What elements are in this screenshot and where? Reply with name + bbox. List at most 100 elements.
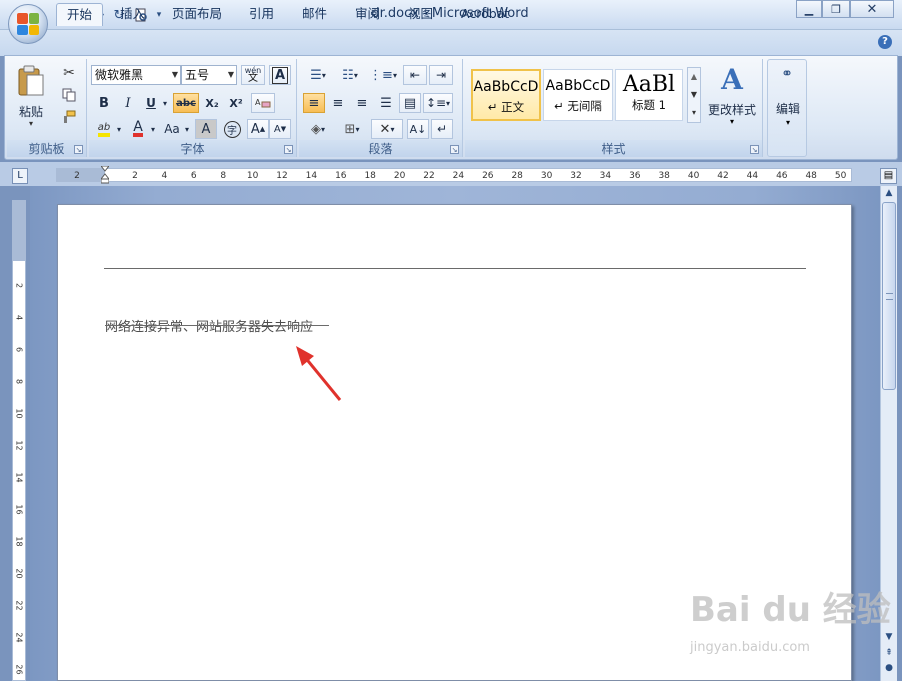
- phonetic-guide-button[interactable]: wén 文: [241, 65, 265, 85]
- close-button[interactable]: ✕: [850, 0, 894, 18]
- change-case-button[interactable]: Aa: [161, 119, 183, 139]
- chevron-down-icon[interactable]: ▼: [688, 86, 700, 104]
- paste-label: 粘贴: [18, 105, 43, 119]
- increase-indent-button[interactable]: ⇥: [429, 65, 453, 85]
- more-styles-icon[interactable]: ▾: [688, 104, 700, 122]
- highlighter-icon: ab: [97, 122, 111, 137]
- tab-home[interactable]: 开始: [56, 3, 104, 26]
- align-center-button[interactable]: ≡: [327, 93, 349, 113]
- decrease-indent-icon: ⇤: [409, 68, 421, 82]
- font-color-icon: A: [133, 119, 143, 137]
- office-button[interactable]: [8, 4, 48, 44]
- style-name: ↵ 正文: [487, 100, 525, 114]
- italic-button[interactable]: I: [117, 93, 139, 113]
- change-styles-label: 更改样式: [707, 103, 756, 117]
- bullets-button[interactable]: ☰ ▾: [303, 65, 333, 85]
- style-name: 标题 1: [632, 98, 666, 112]
- cut-button[interactable]: ✂: [59, 63, 79, 83]
- underline-button[interactable]: U: [141, 93, 161, 113]
- scroll-up-icon[interactable]: ▲: [881, 186, 897, 200]
- strikethrough-line: [105, 325, 329, 326]
- vertical-ruler-number: 4: [14, 314, 24, 321]
- ruler-number: 44: [746, 171, 759, 181]
- indent-marker[interactable]: [99, 165, 111, 184]
- scroll-down-icon[interactable]: ▼: [881, 630, 897, 644]
- align-left-button[interactable]: ≡: [303, 93, 325, 113]
- horizontal-ruler[interactable]: 2 2 4 6 8 10 12 14 16 18 20 22 24 26 28 30 32 34 36 38 40 42 4…: [56, 165, 852, 184]
- left-margin-region: [57, 169, 105, 181]
- font-color-button[interactable]: A: [127, 119, 149, 139]
- tab-references[interactable]: 引用: [239, 3, 284, 26]
- subscript-button[interactable]: X₂: [201, 93, 223, 113]
- format-painter-button[interactable]: [59, 107, 79, 127]
- vertical-ruler[interactable]: 2 4 6 8 10 12 14 16 18 20 22 24 26: [12, 200, 26, 681]
- editing-group[interactable]: ⚭ 编辑 ▾: [767, 59, 807, 157]
- char-border-icon: A: [271, 66, 289, 84]
- ruler-number: 40: [687, 171, 700, 181]
- vertical-ruler-number: 8: [14, 378, 24, 385]
- clipboard-launcher-icon[interactable]: ↘: [74, 145, 83, 154]
- enclose-char-button[interactable]: 字: [221, 119, 243, 139]
- font-size-combo[interactable]: 五号 ▼: [181, 65, 237, 85]
- phonetic-char-icon: 文: [248, 73, 258, 84]
- chinese-layout-button[interactable]: ✕ ▾: [371, 119, 403, 139]
- change-case-dropdown-icon[interactable]: ▾: [183, 119, 191, 139]
- browse-object-icon[interactable]: ●: [881, 661, 897, 675]
- multilevel-list-button[interactable]: ⋮≡ ▾: [367, 65, 399, 85]
- maximize-button[interactable]: ❐: [822, 0, 850, 18]
- sort-icon: A↓: [409, 122, 427, 136]
- scroll-thumb[interactable]: [882, 202, 896, 390]
- bold-button[interactable]: B: [93, 93, 115, 113]
- sort-button[interactable]: A↓: [407, 119, 429, 139]
- numbering-button[interactable]: ☷ ▾: [335, 65, 365, 85]
- minimize-button[interactable]: ▁: [796, 0, 822, 18]
- paint-bucket-icon: ◈: [310, 121, 321, 137]
- font-launcher-icon[interactable]: ↘: [284, 145, 293, 154]
- chevron-up-icon[interactable]: ▲: [688, 68, 700, 86]
- align-right-button[interactable]: ≡: [351, 93, 373, 113]
- tab-selector[interactable]: L: [12, 168, 28, 184]
- font-group-label: 字体: [89, 140, 296, 157]
- font-name-combo[interactable]: 微软雅黑 ▼: [91, 65, 181, 85]
- distributed-button[interactable]: ▤: [399, 93, 421, 113]
- help-icon[interactable]: ?: [878, 35, 892, 49]
- close-icon: ✕: [866, 1, 878, 17]
- decrease-indent-button[interactable]: ⇤: [403, 65, 427, 85]
- styles-launcher-icon[interactable]: ↘: [750, 145, 759, 154]
- ruler-number: 34: [599, 171, 612, 181]
- char-border-button[interactable]: A: [269, 65, 291, 85]
- tab-page-layout[interactable]: 页面布局: [162, 3, 232, 26]
- grow-font-button[interactable]: A ▲: [247, 119, 269, 139]
- tab-mailings[interactable]: 邮件: [292, 3, 337, 26]
- superscript-button[interactable]: X²: [225, 93, 247, 113]
- style-heading-1[interactable]: AaBl 标题 1: [615, 69, 683, 121]
- justify-button[interactable]: ☰: [375, 93, 397, 113]
- tab-insert[interactable]: 插入: [110, 3, 155, 26]
- highlight-button[interactable]: ab: [93, 119, 115, 139]
- copy-button[interactable]: [59, 85, 79, 105]
- strikethrough-button[interactable]: abc: [173, 93, 199, 113]
- ruler-number: 32: [570, 171, 582, 181]
- change-styles-button[interactable]: A 更改样式 ▾: [705, 63, 759, 135]
- tab-acrobat[interactable]: Acrobat: [451, 3, 519, 26]
- shading-button[interactable]: ◈ ▾: [303, 119, 333, 139]
- previous-page-icon[interactable]: ⇞: [881, 646, 897, 660]
- font-color-dropdown-icon[interactable]: ▾: [149, 119, 157, 139]
- clear-formatting-button[interactable]: A: [251, 93, 275, 113]
- tab-review[interactable]: 审阅: [345, 3, 390, 26]
- char-shading-button[interactable]: A: [195, 119, 217, 139]
- tab-view[interactable]: 视图: [398, 3, 443, 26]
- ruler-number: 22: [423, 171, 435, 181]
- style-normal[interactable]: AaBbCcD ↵ 正文: [471, 69, 541, 121]
- view-ruler-icon[interactable]: ▤: [880, 168, 897, 184]
- borders-button[interactable]: ⊞ ▾: [337, 119, 367, 139]
- line-spacing-button[interactable]: ↕≡ ▾: [423, 93, 453, 113]
- show-marks-button[interactable]: ↵: [431, 119, 453, 139]
- underline-dropdown-icon[interactable]: ▾: [161, 93, 169, 113]
- shrink-font-button[interactable]: A ▼: [269, 119, 291, 139]
- chevron-down-icon: ▾: [729, 117, 734, 126]
- style-no-spacing[interactable]: AaBbCcD ↵ 无间隔: [543, 69, 613, 121]
- highlight-dropdown-icon[interactable]: ▾: [115, 119, 123, 139]
- paragraph-launcher-icon[interactable]: ↘: [450, 145, 459, 154]
- paste-button[interactable]: 粘贴 ▾: [13, 63, 49, 133]
